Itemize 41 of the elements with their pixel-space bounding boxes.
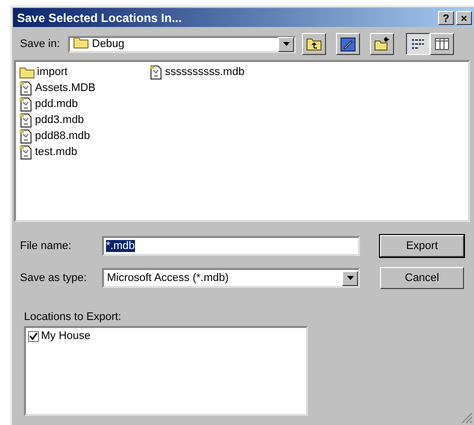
file-type: Microsoft Access (*.mdb): [107, 272, 229, 284]
save-in-label: Save in:: [20, 38, 61, 50]
dropdown-arrow-icon: [282, 42, 290, 46]
save-in-dropdown[interactable]: Debug: [68, 36, 296, 52]
file-name[interactable]: pdd.mdb: [35, 98, 78, 110]
folder-icon: [19, 66, 35, 78]
save-as-type-label: Save as type:: [20, 272, 88, 284]
file-name-value: *.mdb: [106, 240, 135, 252]
window-title: Save Selected Locations In...: [17, 10, 183, 24]
file-icon: [19, 112, 33, 128]
file-name[interactable]: ssssssssss.mdb: [165, 66, 244, 78]
file-name-label: File name:: [20, 240, 72, 252]
details-view-icon: [435, 38, 449, 50]
close-button[interactable]: ×: [456, 10, 472, 24]
folder-name: Debug: [92, 38, 124, 50]
save-as-type-dropdown[interactable]: Microsoft Access (*.mdb): [102, 268, 360, 288]
new-folder-icon: [374, 37, 390, 51]
help-button[interactable]: ?: [438, 10, 454, 24]
file-name[interactable]: Assets.MDB: [35, 82, 96, 94]
toolbar-button[interactable]: [406, 33, 430, 55]
up-folder-icon: [306, 37, 322, 51]
file-name[interactable]: pdd3.mdb: [35, 114, 84, 126]
file-icon: [19, 96, 33, 112]
file-name[interactable]: test.mdb: [35, 146, 78, 158]
dialog-button[interactable]: Cancel: [380, 267, 464, 289]
file-icon: [149, 64, 163, 80]
resize-grip-icon: [461, 412, 473, 424]
default-button[interactable]: Export: [380, 235, 464, 257]
list-view-icon: [411, 38, 425, 50]
file-name[interactable]: pdd88.mdb: [35, 130, 90, 142]
checkbox[interactable]: [28, 330, 39, 342]
file-name-field[interactable]: *.mdb: [102, 236, 360, 256]
file-icon: [19, 144, 33, 160]
file-icon: [19, 80, 33, 96]
pen-icon: [340, 36, 356, 52]
folder-icon: [73, 36, 89, 49]
dropdown-arrow-icon: [346, 276, 354, 280]
location-name[interactable]: My House: [41, 330, 91, 342]
file-name[interactable]: import: [37, 66, 68, 78]
locations-label: Locations to Export:: [24, 311, 122, 323]
file-icon: [19, 128, 33, 144]
